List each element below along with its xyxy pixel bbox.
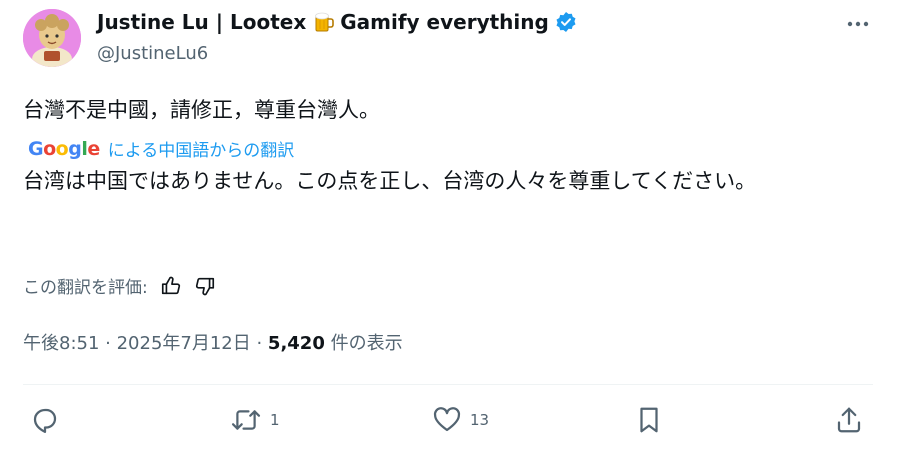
translated-text: 台湾は中国ではありません。この点を正し、台湾の人々を尊重してください。	[23, 169, 757, 193]
verified-badge-icon[interactable]	[555, 11, 577, 33]
rate-translation: この翻訳を評価:	[23, 273, 216, 298]
avatar[interactable]	[23, 9, 81, 67]
reply-button[interactable]	[30, 404, 68, 436]
retweet-button[interactable]: 1	[230, 404, 280, 436]
view-count: 5,420	[267, 333, 325, 354]
share-button[interactable]	[834, 404, 864, 436]
bookmark-icon	[634, 405, 664, 435]
like-button[interactable]: 13	[432, 404, 489, 436]
like-count: 13	[470, 411, 490, 429]
thumbs-down-icon[interactable]	[194, 275, 216, 297]
timestamp[interactable]: 午後8:51 · 2025年7月12日 ·	[23, 333, 268, 354]
author-name-suffix[interactable]: Gamify everything	[340, 10, 549, 34]
retweet-icon	[230, 405, 262, 435]
tweet-text: 台灣不是中國，請修正，尊重台灣人。	[23, 98, 380, 122]
tweet-metadata: 午後8:51 · 2025年7月12日 · 5,420 件の表示	[23, 329, 403, 355]
google-logo: Google	[28, 137, 100, 160]
avatar-illustration	[23, 9, 81, 67]
view-count-suffix: 件の表示	[324, 333, 403, 354]
reply-icon	[30, 405, 60, 435]
bookmark-button[interactable]	[634, 404, 664, 436]
heart-icon	[432, 405, 462, 435]
translation-source-link[interactable]: による中国語からの翻訳	[108, 136, 295, 161]
translation-attribution[interactable]: Google による中国語からの翻訳	[28, 136, 295, 162]
thumbs-up-icon[interactable]	[160, 275, 182, 297]
author-name-row[interactable]: Justine Lu | Lootex Gamify everything	[97, 10, 577, 34]
author-display-name[interactable]: Justine Lu | Lootex	[97, 10, 306, 34]
beer-mug-icon	[312, 10, 336, 34]
divider	[23, 384, 873, 385]
more-options-icon[interactable]	[844, 12, 872, 36]
retweet-count: 1	[270, 411, 280, 429]
author-handle[interactable]: @JustineLu6	[97, 43, 208, 64]
rate-translation-label: この翻訳を評価:	[23, 278, 148, 298]
share-icon	[834, 405, 864, 435]
